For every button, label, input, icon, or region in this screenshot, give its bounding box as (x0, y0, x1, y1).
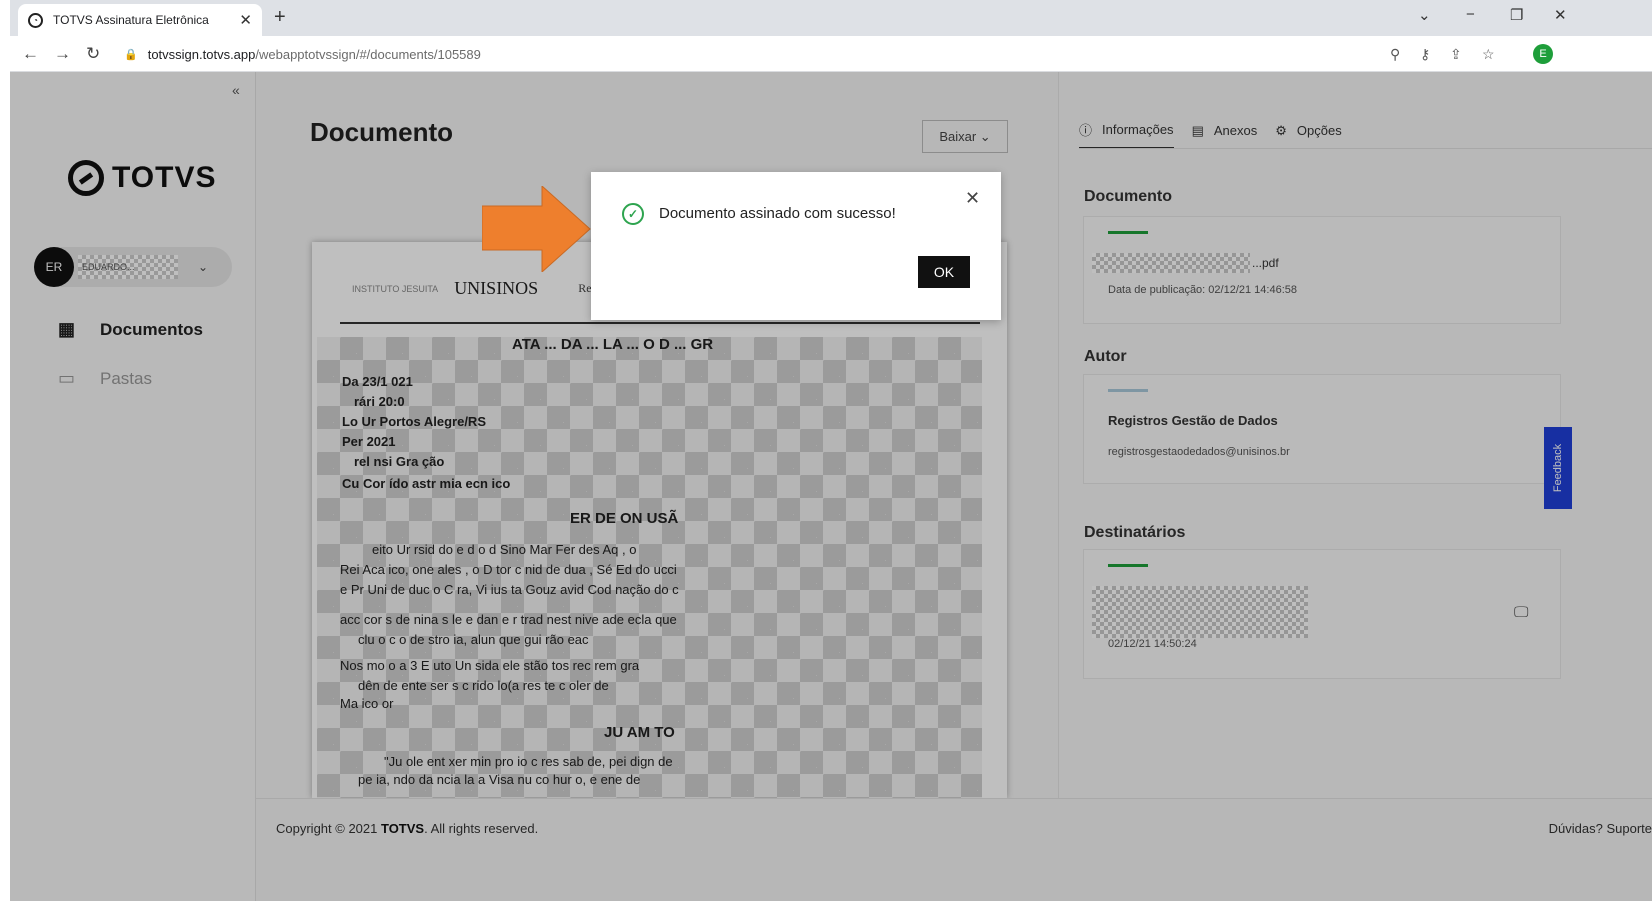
url-field[interactable]: 🔒 totvssign.totvs.app /webapptotvssign/#… (124, 41, 1524, 67)
success-dialog: ✓ Documento assinado com sucesso! ✕ OK (591, 172, 1001, 320)
tab-close-icon[interactable]: ✕ (239, 11, 252, 29)
address-bar-row: ← → ↻ 🔒 totvssign.totvs.app /webapptotvs… (10, 36, 1652, 72)
tab-title: TOTVS Assinatura Eletrônica (53, 13, 209, 27)
bookmark-star-icon[interactable]: ☆ (1482, 46, 1495, 63)
extension-icon[interactable]: ⚲ (1390, 46, 1400, 63)
close-icon[interactable]: ✕ (965, 188, 980, 209)
reload-icon[interactable]: ↻ (86, 44, 100, 64)
lock-icon: 🔒 (124, 48, 138, 61)
minimize-icon[interactable]: − (1466, 6, 1475, 23)
totvs-favicon-icon: ◔ (28, 12, 43, 28)
new-tab-button[interactable]: + (274, 6, 286, 29)
restore-icon[interactable]: ❐ (1510, 6, 1523, 24)
browser-tab[interactable]: ◔ TOTVS Assinatura Eletrônica ✕ (18, 4, 262, 36)
success-message: Documento assinado com sucesso! (659, 205, 896, 222)
url-host: totvssign.totvs.app (147, 46, 256, 62)
url-path: /webapptotvssign/#/documents/105589 (255, 46, 481, 62)
check-circle-icon: ✓ (622, 203, 644, 225)
share-icon[interactable]: ⇪ (1450, 46, 1462, 63)
back-icon[interactable]: ← (22, 44, 39, 64)
tab-search-icon[interactable]: ⌄ (1418, 6, 1431, 24)
window-close-icon[interactable]: ✕ (1554, 6, 1567, 24)
ok-button[interactable]: OK (918, 256, 970, 288)
browser-tab-bar: ◔ TOTVS Assinatura Eletrônica ✕ + ⌄ − ❐ … (10, 0, 1652, 36)
forward-icon[interactable]: → (54, 44, 71, 64)
key-icon[interactable]: ⚷ (1420, 46, 1430, 63)
profile-avatar[interactable]: E (1533, 44, 1553, 64)
orange-arrow-icon (482, 186, 591, 272)
